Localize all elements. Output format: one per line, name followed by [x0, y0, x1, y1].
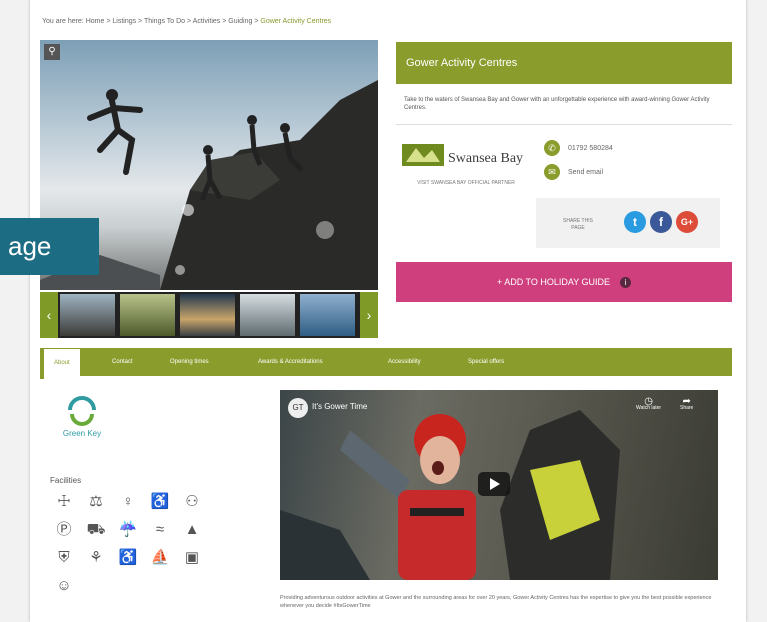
thumbnail-strip: ‹ ›	[40, 292, 378, 338]
zoom-button[interactable]: ⚲	[44, 44, 60, 60]
divider	[396, 124, 732, 125]
picnic-icon: ⛨	[58, 549, 70, 566]
restroom-icon: ♀	[122, 493, 134, 510]
thumbnail-prev-button[interactable]: ‹	[40, 292, 58, 338]
video-title[interactable]: It's Gower Time	[312, 402, 367, 411]
partner-logo-text: Swansea Bay	[448, 151, 523, 166]
info-icon[interactable]: i	[620, 277, 632, 289]
tab-awards[interactable]: Awards & Accreditations	[258, 348, 323, 376]
breadcrumb-path[interactable]: You are here: Home > Listings > Things T…	[42, 18, 260, 25]
twitter-share-button[interactable]: t	[624, 211, 646, 233]
boating-icon: ⛵	[150, 549, 170, 566]
email-contact[interactable]: ✉ Send email	[544, 164, 603, 182]
bin-icon: ▣	[184, 549, 200, 566]
green-key-logo: Green Key	[52, 392, 112, 446]
campsite-icon: ▲	[184, 521, 200, 538]
wheelchair-icon: ♿	[150, 493, 170, 510]
car-icon: ⛟	[86, 521, 106, 538]
shower-icon: ☔	[118, 521, 138, 538]
tab-opening-times[interactable]: Opening times	[170, 348, 209, 376]
outdoor-icon: ⚘	[89, 549, 103, 566]
play-button[interactable]	[478, 472, 510, 496]
add-to-holiday-guide-button[interactable]: + ADD TO HOLIDAY GUIDE i	[396, 262, 732, 302]
facebook-share-button[interactable]: f	[650, 211, 672, 233]
thumbnail-3[interactable]	[180, 294, 235, 336]
family-icon: ☩	[57, 493, 71, 510]
chevron-right-icon: ›	[366, 307, 372, 323]
email-label: Send email	[568, 169, 604, 176]
facebook-icon: f	[659, 215, 663, 229]
tab-special-offers[interactable]: Special offers	[468, 348, 504, 376]
family-group-icon: ⚇	[185, 493, 199, 510]
share-label: SHARE THIS PAGE	[563, 218, 593, 231]
video-caption: Providing adventurous outdoor activities…	[280, 595, 712, 609]
facilities-title: Facilities	[50, 476, 82, 485]
share-box: SHARE THIS PAGE t f G+	[536, 198, 720, 248]
share-icon: ➦	[682, 396, 691, 407]
thumbnail-2[interactable]	[120, 294, 175, 336]
add-to-holiday-guide-label: + ADD TO HOLIDAY GUIDE	[496, 277, 611, 287]
breadcrumb-current: Gower Activity Centres	[260, 18, 332, 25]
wifi-icon: ≈	[155, 521, 165, 538]
clock-icon: ◷	[644, 396, 653, 407]
google-share-button[interactable]: G+	[676, 211, 698, 233]
tab-bar: About Contact Opening times Awards & Acc…	[40, 348, 732, 379]
green-key-text: Green Key	[63, 429, 101, 438]
video-player[interactable]: GT It's Gower Time ◷ Watch later ➦ Share	[280, 390, 718, 580]
share-video-button[interactable]: ➦ Share	[680, 396, 694, 412]
thumbnail-next-button[interactable]: ›	[360, 292, 378, 338]
share-video-label: Share	[680, 405, 694, 411]
watch-later-button[interactable]: ◷ Watch later	[636, 396, 662, 412]
partner-logo: Swansea Bay	[402, 140, 527, 170]
accessible-icon: ♿	[118, 549, 138, 566]
tab-contact[interactable]: Contact	[112, 348, 133, 376]
phone-number: 01792 580284	[568, 145, 613, 152]
email-icon: ✉	[544, 164, 560, 181]
magnifier-icon: ⚲	[48, 46, 56, 57]
group-icon: ☺	[56, 577, 72, 594]
twitter-icon: t	[633, 215, 637, 229]
google-plus-icon: G+	[680, 217, 694, 227]
listing-page: You are here: Home > Listings > Things T…	[30, 0, 746, 622]
listing-description: Take to the waters of Swansea Bay and Go…	[404, 97, 710, 111]
green-key-graphic: Green Key	[63, 396, 101, 438]
overlay-label: age	[0, 218, 99, 275]
phone-icon: ✆	[544, 140, 560, 157]
baby-change-icon: ⚖	[89, 493, 103, 510]
partner-caption: VISIT SWANSEA BAY OFFICIAL PARTNER	[417, 180, 515, 186]
thumbnail-5[interactable]	[300, 294, 355, 336]
tab-accessibility[interactable]: Accessibility	[388, 348, 421, 376]
listing-title: Gower Activity Centres	[396, 42, 732, 84]
thumbnail-4[interactable]	[240, 294, 295, 336]
chevron-left-icon: ‹	[46, 307, 52, 323]
breadcrumb: You are here: Home > Listings > Things T…	[42, 18, 331, 25]
watch-later-label: Watch later	[636, 405, 662, 411]
thumbnail-1[interactable]	[60, 294, 115, 336]
phone-contact[interactable]: ✆ 01792 580284	[544, 140, 613, 158]
partner-logo-graphic: Swansea Bay	[402, 144, 523, 166]
tab-about[interactable]: About	[40, 349, 80, 379]
channel-logo[interactable]: GT	[288, 398, 308, 418]
parking-icon: Ⓟ	[56, 521, 72, 538]
